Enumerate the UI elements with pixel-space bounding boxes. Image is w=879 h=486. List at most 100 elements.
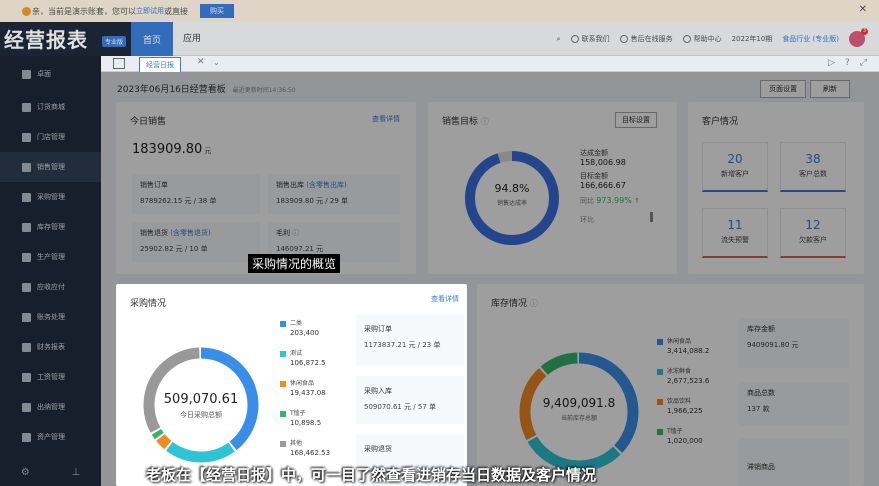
- inventory-card: 库存情况 ⓘ 9,409,091.8 当前库存总额 休闲食品 3,414,088.…: [477, 284, 864, 486]
- customers-title: 客户情况: [702, 117, 739, 127]
- purchase-return-label: 采购退货: [364, 445, 392, 453]
- stock-amount-value[interactable]: 9409091.80 元: [747, 340, 841, 350]
- today-sales-detail-link[interactable]: 查看详情: [372, 114, 400, 124]
- target-label: 目标金额: [580, 172, 608, 180]
- sales-return-label: 销售退货: [140, 229, 168, 237]
- today-sales-total: 183909.80 元: [132, 142, 211, 157]
- legend-item: 其他 168,462.53: [280, 438, 330, 457]
- legend-name: 测试: [290, 350, 303, 357]
- play-icon[interactable]: ▷: [828, 58, 835, 68]
- yoy-label: 同比: [580, 197, 594, 205]
- legend-name: 其他: [290, 440, 303, 447]
- total-customers-label: 客户总数: [799, 170, 827, 178]
- purchase-total: 509,070.61: [163, 392, 239, 407]
- help-icon[interactable]: ⓘ: [481, 117, 489, 126]
- mom-row: 环比: [580, 212, 654, 225]
- dim-overlay-top: [0, 0, 879, 56]
- debt-customers-box[interactable]: 12 欠款客户: [780, 208, 846, 258]
- target-settings-button[interactable]: 目标设置: [615, 112, 657, 128]
- sales-target-percent: 94.8%: [494, 182, 530, 195]
- sales-order-value: 8789262.15 元 / 38 单: [140, 197, 217, 205]
- goods-total-label: 商品总数: [747, 389, 775, 397]
- legend-swatch: [280, 380, 286, 387]
- retail-return-link[interactable]: (含零售退货): [170, 229, 210, 237]
- sales-order-box[interactable]: 销售订单 8789262.15 元 / 38 单: [132, 174, 260, 214]
- today-sales-unit: 元: [204, 147, 212, 155]
- new-customers-label: 新增客户: [721, 170, 749, 178]
- legend-swatch: [657, 428, 663, 435]
- legend-name: 饮品饮料: [667, 398, 692, 405]
- churn-warning-box[interactable]: 11 流失预警: [702, 208, 768, 258]
- yoy-value: 973.99%: [596, 196, 632, 205]
- sales-order-label: 销售订单: [140, 181, 168, 189]
- legend-value: 168,462.53: [290, 449, 331, 457]
- debt-customers-label: 欠款客户: [799, 236, 827, 244]
- legend-value: 19,437.08: [290, 389, 326, 397]
- sales-target-title: 销售目标 ⓘ: [442, 114, 489, 127]
- sales-target-center-label: 销售达成率: [496, 200, 527, 207]
- total-customers-count: 38: [805, 152, 821, 166]
- achieved-label: 达成金额: [580, 149, 608, 157]
- target-value: 166,666.67: [580, 181, 626, 190]
- legend-name: 休闲食品: [667, 338, 692, 345]
- sales-target-title-text: 销售目标: [442, 117, 479, 127]
- arrow-up-icon: ↑: [634, 197, 640, 205]
- help-icon[interactable]: ⓘ: [530, 299, 538, 308]
- legend-swatch: [280, 320, 286, 327]
- chevron-down-icon[interactable]: ⌄: [213, 58, 220, 67]
- tab-daily-report[interactable]: 经营日报: [139, 57, 181, 72]
- legend-name: T恤子: [290, 410, 306, 417]
- customers-card: 客户情况 20 新增客户 38 客户总数 11 流失预警 12 欠款客户: [688, 102, 864, 274]
- inventory-center: 9,409,091.8 当前库存总额: [515, 396, 643, 422]
- purchase-detail-link[interactable]: 查看详情: [431, 294, 459, 304]
- legend-swatch: [657, 338, 663, 345]
- goods-total-box[interactable]: 商品总数 137 款: [739, 382, 849, 426]
- slow-goods-box[interactable]: 滞销商品: [739, 438, 849, 486]
- legend-item: T恤子 10,898.5: [280, 408, 321, 427]
- sales-target-card: 销售目标 ⓘ 目标设置 94.8% 销售达成率 达成金额 158,006.98 …: [428, 102, 677, 274]
- help-circle-icon[interactable]: ?: [845, 58, 850, 68]
- legend-item: 测试 106,872.5: [280, 348, 326, 367]
- sales-outbound-box[interactable]: 销售出库 (含零售出库) 183909.80 元 / 29 单: [268, 174, 400, 214]
- stock-amount-box[interactable]: 库存金额 9409091.80 元: [739, 318, 849, 368]
- goods-total-value[interactable]: 137 款: [747, 404, 841, 414]
- sales-outbound-value: 183909.80 元 / 29 单: [276, 197, 349, 205]
- total-customers-box[interactable]: 38 客户总数: [780, 142, 846, 192]
- stock-amount-label: 库存金额: [747, 325, 775, 333]
- inventory-title: 库存情况 ⓘ: [491, 296, 538, 309]
- legend-value: 1,020,000: [667, 437, 703, 445]
- legend-item: 休闲食品 19,437.08: [280, 378, 326, 397]
- purchase-inbound-label: 采购入库: [364, 387, 392, 395]
- debt-customers-count: 12: [805, 218, 821, 232]
- today-sales-card: 今日销售 查看详情 183909.80 元 销售订单 8789262.15 元 /…: [116, 102, 416, 274]
- legend-swatch: [657, 368, 663, 375]
- purchase-center: 509,070.61 今日采购总额: [138, 392, 264, 420]
- legend-name: 休闲食品: [290, 380, 315, 387]
- legend-value: 106,872.5: [290, 359, 326, 367]
- new-customers-box[interactable]: 20 新增客户: [702, 142, 768, 192]
- inventory-center-label: 当前库存总额: [560, 415, 597, 422]
- home-icon[interactable]: [113, 58, 125, 69]
- legend-swatch: [280, 350, 286, 357]
- legend-swatch: [657, 398, 663, 405]
- refresh-button[interactable]: 刷新: [810, 80, 850, 98]
- board-title: 2023年06月16日经营看板 最近更新时间14:36:50: [117, 82, 296, 95]
- page-settings-button[interactable]: 页面设置: [760, 80, 806, 98]
- retail-outbound-link[interactable]: (含零售出库): [306, 181, 346, 189]
- legend-value: 203,400: [290, 329, 319, 337]
- legend-value: 1,966,225: [667, 407, 703, 415]
- yoy-row: 同比 973.99% ↑: [580, 196, 653, 206]
- purchase-order-box[interactable]: 采购订单 1173837.21 元 / 23 单: [356, 314, 464, 366]
- legend-value: 10,898.5: [290, 419, 322, 427]
- legend-item: 休闲食品 3,414,088.2: [657, 336, 709, 355]
- help-icon[interactable]: ⓘ: [292, 229, 299, 237]
- achieved-value: 158,006.98: [580, 158, 626, 167]
- slow-goods-label: 滞销商品: [747, 463, 775, 471]
- purchase-title: 采购情况: [130, 299, 167, 309]
- close-tab-icon[interactable]: ✕: [197, 57, 205, 67]
- fullscreen-icon[interactable]: ⤢: [860, 58, 867, 68]
- purchase-inbound-box[interactable]: 采购入库 509070.61 元 / 57 单: [356, 376, 464, 424]
- tab-tools: ▷ ? ⤢: [828, 58, 867, 68]
- purchase-order-label: 采购订单: [364, 325, 392, 333]
- sales-return-box[interactable]: 销售退货 (含零售退货) 25902.82 元 / 10 单: [132, 222, 260, 262]
